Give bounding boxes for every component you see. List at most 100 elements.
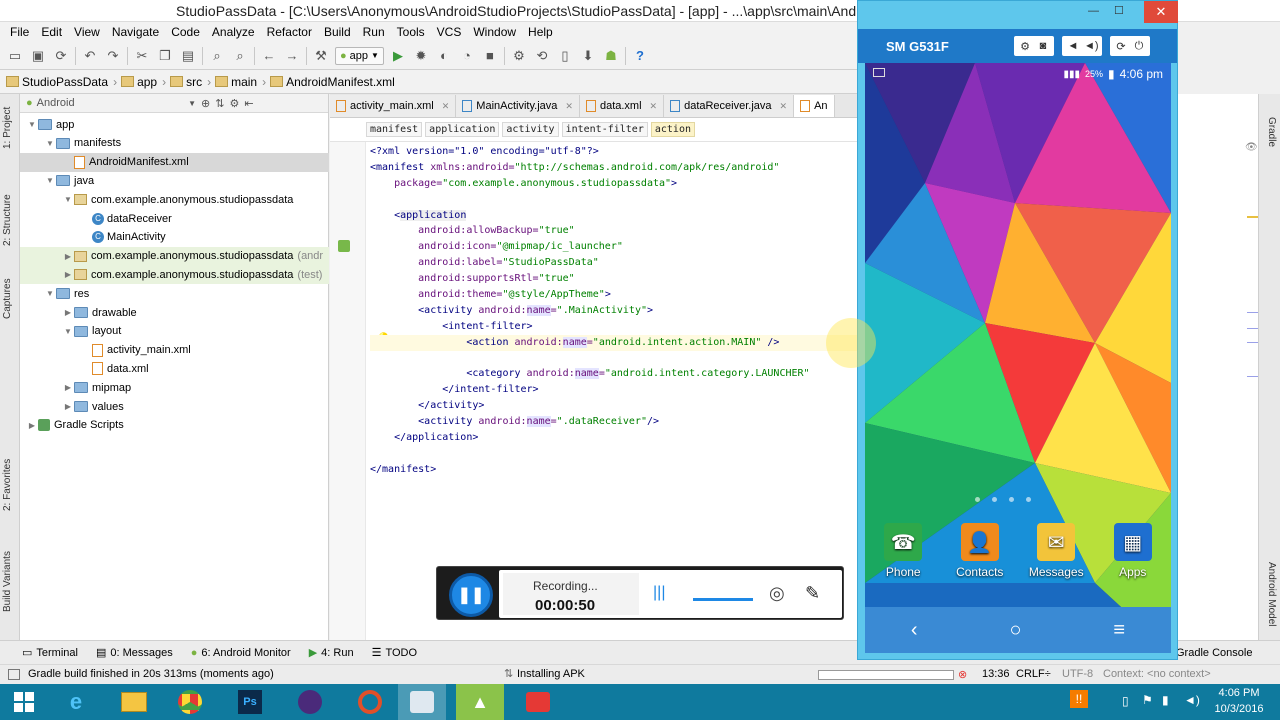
- attach-debugger-icon[interactable]: ⚙: [510, 47, 528, 65]
- sync-scroll-icon[interactable]: ⊕: [201, 97, 210, 110]
- help-icon[interactable]: ?: [631, 47, 649, 65]
- close-tab-icon[interactable]: ✕: [442, 101, 450, 112]
- tab-gradle-console[interactable]: Gradle Console: [1176, 647, 1252, 659]
- battery-tray-icon[interactable]: ▯: [1122, 694, 1129, 708]
- tree-item[interactable]: ▶ values: [20, 397, 329, 416]
- app-phone[interactable]: ☎ Phone: [868, 523, 938, 603]
- run-icon[interactable]: ▶: [389, 47, 407, 65]
- error-stripe-mark[interactable]: [1247, 216, 1258, 218]
- tab-android-monitor[interactable]: ● 6: Android Monitor: [191, 647, 291, 659]
- android-studio-icon[interactable]: ▲: [456, 684, 504, 720]
- menu-build[interactable]: Build: [318, 25, 357, 39]
- error-stripe-mark[interactable]: [1247, 376, 1258, 377]
- volume-tray-icon[interactable]: ◄): [1184, 693, 1200, 707]
- line-separator[interactable]: CRLF÷: [1016, 668, 1051, 680]
- photoshop-icon[interactable]: Ps: [226, 684, 274, 720]
- error-stripe-mark[interactable]: [1247, 328, 1258, 329]
- recorder-app-icon[interactable]: [346, 684, 394, 720]
- back-icon[interactable]: ←: [260, 47, 278, 65]
- menu-run[interactable]: Run: [357, 25, 391, 39]
- breadcrumb-item[interactable]: StudioPassData ›: [6, 75, 117, 89]
- tab-messages[interactable]: ▤ 0: Messages: [96, 646, 173, 660]
- tree-item[interactable]: ▼ java: [20, 171, 329, 190]
- menu-help[interactable]: Help: [522, 25, 559, 39]
- tree-item[interactable]: ▼ manifests: [20, 134, 329, 153]
- power-icon[interactable]: ⏻: [1132, 40, 1146, 53]
- settings-icon[interactable]: ⚙: [1018, 40, 1032, 53]
- debug-icon[interactable]: ✹: [412, 47, 430, 65]
- collapse-all-icon[interactable]: ⇅: [215, 97, 224, 110]
- menu-window[interactable]: Window: [467, 25, 522, 39]
- tab-todo[interactable]: ☰ TODO: [372, 646, 417, 660]
- volume-down-icon[interactable]: ◄: [1066, 40, 1080, 52]
- app-apps[interactable]: ▦ Apps: [1098, 523, 1168, 603]
- flag-tray-icon[interactable]: ⚑: [1142, 693, 1153, 707]
- paste-icon[interactable]: ▤: [179, 47, 197, 65]
- pause-button[interactable]: ❚❚: [449, 573, 493, 617]
- breadcrumb-item[interactable]: main ›: [215, 75, 266, 89]
- sync-gradle-icon[interactable]: ⟲: [533, 47, 551, 65]
- replace-icon[interactable]: ⌕: [231, 47, 249, 65]
- pen-icon[interactable]: ✎: [805, 583, 820, 604]
- tab-captures[interactable]: Captures: [2, 272, 18, 326]
- caret-position[interactable]: 13:36: [982, 668, 1010, 680]
- coverage-icon[interactable]: ◐: [435, 47, 453, 65]
- app-contacts[interactable]: 👤 Contacts: [945, 523, 1015, 603]
- tree-item[interactable]: ▼ app: [20, 115, 329, 134]
- chevron-down-icon[interactable]: ▼: [44, 139, 56, 148]
- tree-item[interactable]: ▼ com.example.anonymous.studiopassdata: [20, 190, 329, 209]
- menu-tools[interactable]: Tools: [391, 25, 431, 39]
- android-monitor-icon[interactable]: ☗: [602, 47, 620, 65]
- file-explorer-icon[interactable]: [110, 684, 158, 720]
- maximize-icon[interactable]: ☐: [1114, 4, 1124, 17]
- menu-view[interactable]: View: [68, 25, 106, 39]
- tree-item[interactable]: data.xml: [20, 359, 329, 378]
- close-tab-icon[interactable]: ✕: [780, 101, 788, 112]
- tag-crumb[interactable]: manifest: [366, 122, 423, 137]
- toggle-tool-windows-icon[interactable]: [8, 669, 20, 680]
- volume-up-icon[interactable]: ◄): [1084, 40, 1099, 52]
- editor-tab[interactable]: activity_main.xml ✕: [330, 95, 457, 117]
- error-stripe-mark[interactable]: [1247, 342, 1258, 343]
- tree-item[interactable]: ▶ com.example.anonymous.studiopassdata (te…: [20, 265, 329, 285]
- cut-icon[interactable]: ✂: [133, 47, 151, 65]
- network-tray-icon[interactable]: ▮: [1162, 693, 1169, 707]
- code-content[interactable]: <?xml version="1.0" encoding="utf-8"?> <m…: [370, 144, 860, 478]
- internet-explorer-icon[interactable]: e: [52, 684, 100, 720]
- android-gutter-icon[interactable]: [338, 240, 350, 252]
- start-button[interactable]: [0, 684, 48, 720]
- tree-item[interactable]: AndroidManifest.xml: [20, 152, 329, 172]
- chevron-right-icon[interactable]: ▶: [62, 252, 74, 261]
- breadcrumb-item[interactable]: app ›: [121, 75, 166, 89]
- chevron-down-icon[interactable]: ▼: [62, 327, 74, 336]
- menu-vcs[interactable]: VCS: [431, 25, 468, 39]
- find-icon[interactable]: ⌕: [208, 47, 226, 65]
- chevron-down-icon[interactable]: ▼: [44, 289, 56, 298]
- tree-item[interactable]: ▶ com.example.anonymous.studiopassdata (an…: [20, 246, 329, 266]
- clock-date[interactable]: 10/3/2016: [1212, 703, 1266, 715]
- menu-analyze[interactable]: Analyze: [206, 25, 261, 39]
- sdk-manager-icon[interactable]: ⬇: [579, 47, 597, 65]
- menu-code[interactable]: Code: [165, 25, 206, 39]
- tree-item[interactable]: CdataReceiver: [20, 209, 329, 228]
- tree-item[interactable]: ▶ Gradle Scripts: [20, 416, 329, 435]
- chevron-right-icon[interactable]: ▶: [26, 421, 38, 430]
- project-view-select[interactable]: ● Android ▼: [26, 97, 196, 109]
- file-encoding[interactable]: UTF-8: [1062, 668, 1093, 680]
- webcam-icon[interactable]: ◎: [769, 583, 785, 604]
- video-app-icon[interactable]: [514, 684, 562, 720]
- tree-item[interactable]: C MainActivity: [20, 228, 329, 247]
- tree-item[interactable]: ▼ res: [20, 284, 329, 303]
- audio-level-icon[interactable]: |||: [653, 584, 665, 602]
- sync-icon[interactable]: ⟳: [52, 47, 70, 65]
- chevron-down-icon[interactable]: ▼: [62, 195, 74, 204]
- tab-project[interactable]: 1: Project: [2, 98, 18, 158]
- rotate-icon[interactable]: ⟳: [1114, 40, 1128, 53]
- menu-edit[interactable]: Edit: [35, 25, 68, 39]
- tray-alert-icon[interactable]: !!: [1070, 690, 1088, 708]
- breadcrumb-item[interactable]: src ›: [170, 75, 211, 89]
- avd-manager-icon[interactable]: ▯: [556, 47, 574, 65]
- camera-icon[interactable]: ◙: [1036, 40, 1050, 52]
- menu-navigate[interactable]: Navigate: [106, 25, 165, 39]
- tag-crumb[interactable]: application: [425, 122, 500, 137]
